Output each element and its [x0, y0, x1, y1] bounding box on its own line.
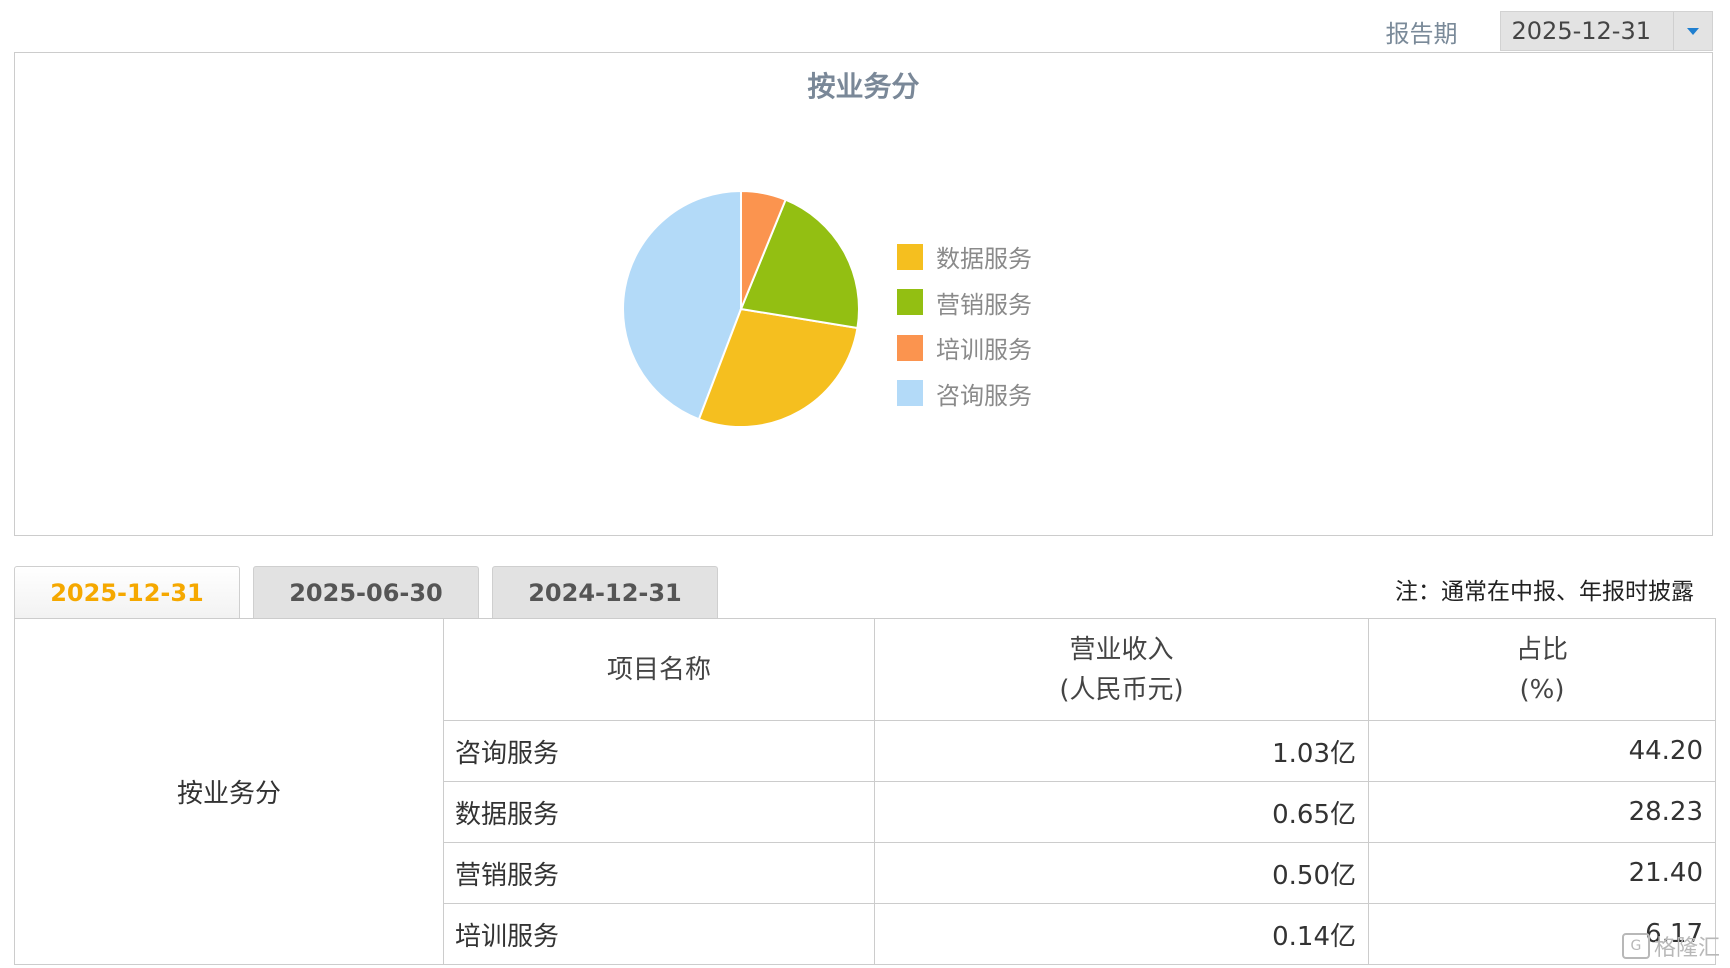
header-pct-line1: 占比	[1515, 634, 1568, 665]
disclosure-note: 注：通常在中报、年报时披露	[1395, 579, 1694, 605]
business-table: 按业务分 项目名称 营业收入 (人民币元) 占比 (%) 咨询服务 1.03亿 …	[14, 618, 1716, 965]
tab-2024-12-31[interactable]: 2024-12-31	[492, 566, 718, 618]
legend-swatch	[897, 334, 923, 361]
legend-label: 培训服务	[936, 336, 1032, 365]
tab-2025-12-31[interactable]: 2025-12-31	[14, 566, 240, 618]
chevron-down-icon[interactable]	[1673, 12, 1712, 50]
legend-item[interactable]: 培训服务	[897, 325, 1032, 371]
legend-swatch	[897, 243, 923, 270]
watermark: G 格隆汇	[1621, 930, 1720, 962]
header-pct: 占比 (%)	[1368, 618, 1716, 721]
report-period-label: 报告期	[1385, 19, 1458, 48]
chart-legend: 数据服务营销服务培训服务咨询服务	[897, 234, 1032, 416]
row-revenue: 0.14亿	[874, 903, 1369, 965]
chart-panel: 按业务分 数据服务 营销服务 培训服务 咨询服务	[14, 52, 1713, 536]
row-name: 咨询服务	[443, 720, 875, 782]
row-pct: 44.20	[1368, 720, 1716, 782]
row-name: 数据服务	[443, 781, 875, 843]
report-period-select[interactable]: 2025-12-31	[1499, 11, 1713, 51]
header-revenue-line1: 营业收入	[1069, 634, 1174, 665]
tab-2025-06-30[interactable]: 2025-06-30	[253, 566, 479, 618]
header-name: 项目名称	[443, 618, 875, 721]
legend-label: 数据服务	[936, 245, 1032, 274]
report-period-value: 2025-12-31	[1511, 17, 1651, 45]
legend-swatch	[897, 289, 923, 316]
row-revenue: 1.03亿	[874, 720, 1369, 782]
watermark-logo-icon: G	[1621, 933, 1650, 959]
legend-label: 咨询服务	[936, 381, 1032, 410]
legend-swatch	[897, 380, 923, 407]
header-revenue-line2: (人民币元)	[1059, 674, 1184, 705]
row-revenue: 0.65亿	[874, 781, 1369, 843]
pie-chart	[622, 189, 860, 428]
row-revenue: 0.50亿	[874, 842, 1369, 904]
header-pct-line2: (%)	[1519, 674, 1565, 705]
legend-label: 营销服务	[936, 290, 1032, 319]
period-tabs: 2025-12-31 2025-06-30 2024-12-31	[14, 566, 731, 618]
page: 报告期 2025-12-31 按业务分 数据服务 营销服务 培训服务 咨询服务 202…	[0, 0, 1730, 968]
row-pct: 21.40	[1368, 842, 1716, 904]
row-name: 营销服务	[443, 842, 875, 904]
watermark-text: 格隆汇	[1653, 936, 1720, 961]
row-name: 培训服务	[443, 903, 875, 965]
table-header-row: 按业务分 项目名称 营业收入 (人民币元) 占比 (%)	[14, 618, 1716, 965]
category-cell: 按业务分	[14, 618, 444, 965]
legend-item[interactable]: 营销服务	[897, 280, 1032, 326]
legend-item[interactable]: 数据服务	[897, 234, 1032, 280]
header-revenue: 营业收入 (人民币元)	[874, 618, 1369, 721]
report-period-bar: 报告期 2025-12-31	[1385, 11, 1713, 51]
row-pct: 28.23	[1368, 781, 1716, 843]
legend-item[interactable]: 咨询服务	[897, 371, 1032, 417]
